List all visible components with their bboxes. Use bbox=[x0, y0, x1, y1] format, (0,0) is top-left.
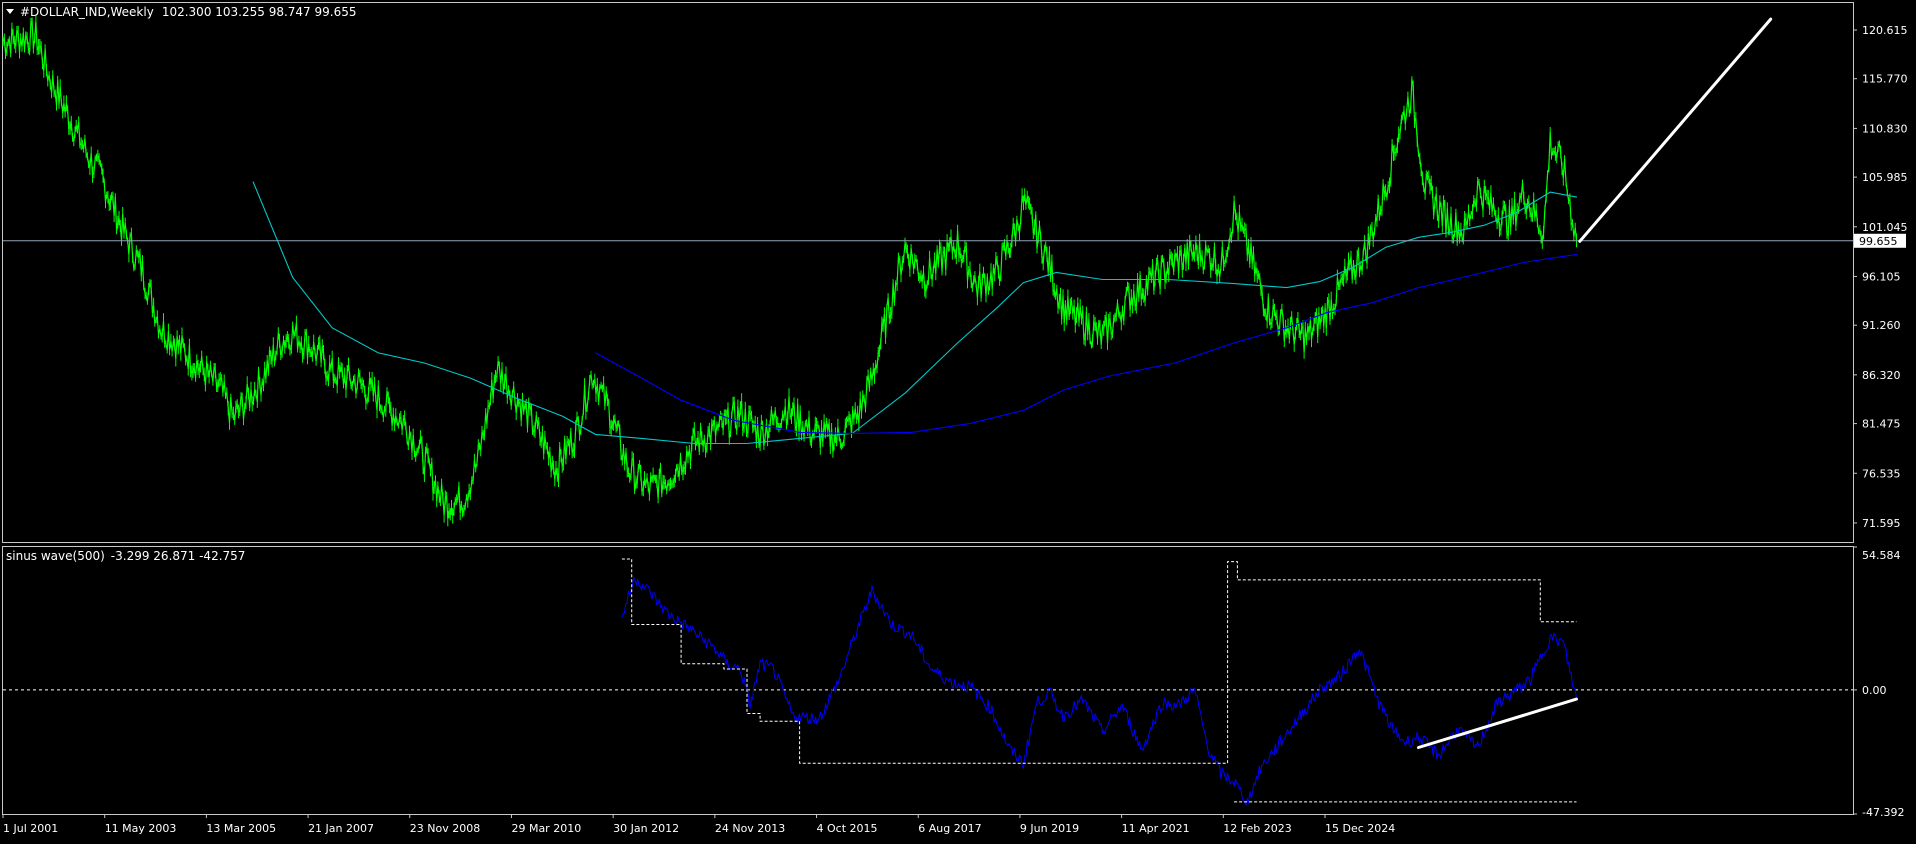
x-tick-label: 23 Nov 2008 bbox=[410, 822, 480, 835]
indicator-y-tick-label: 54.584 bbox=[1862, 549, 1901, 562]
ohlc-values: 102.300 103.255 98.747 99.655 bbox=[162, 5, 357, 19]
y-tick-label: 86.320 bbox=[1862, 369, 1901, 382]
y-tick-label: 76.535 bbox=[1862, 467, 1901, 480]
x-tick-label: 21 Jan 2007 bbox=[308, 822, 374, 835]
y-tick-label: 120.615 bbox=[1862, 24, 1908, 37]
y-tick-label: 71.595 bbox=[1862, 517, 1901, 530]
current-price-label: 99.655 bbox=[1859, 235, 1898, 248]
main-panel-header: #DOLLAR_IND,Weekly 102.300 103.255 98.747… bbox=[6, 5, 357, 19]
indicator-y-tick-label: 0.00 bbox=[1862, 684, 1887, 697]
y-tick-label: 101.045 bbox=[1862, 221, 1908, 234]
x-tick-label: 6 Aug 2017 bbox=[918, 822, 981, 835]
indicator-panel-header: sinus wave(500) -3.299 26.871 -42.757 bbox=[6, 549, 245, 563]
indicator-y-tick-label: -47.392 bbox=[1862, 806, 1904, 819]
chart-canvas[interactable]: 120.615 115.770 110.830 105.985 101.045 96.10… bbox=[0, 0, 1916, 840]
y-tick-label: 81.475 bbox=[1862, 418, 1901, 431]
trading-chart-window[interactable]: 120.615 115.770 110.830 105.985 101.045 96.10… bbox=[0, 0, 1916, 840]
y-tick-label: 96.105 bbox=[1862, 270, 1901, 283]
y-tick-label: 91.260 bbox=[1862, 319, 1901, 332]
y-tick-label: 110.830 bbox=[1862, 122, 1908, 135]
x-tick-label: 24 Nov 2013 bbox=[715, 822, 785, 835]
x-tick-label: 29 Mar 2010 bbox=[511, 822, 581, 835]
indicator-name: sinus wave(500) bbox=[6, 549, 105, 563]
x-tick-label: 4 Oct 2015 bbox=[817, 822, 878, 835]
x-tick-label: 9 Jun 2019 bbox=[1020, 822, 1079, 835]
x-tick-label: 13 Mar 2005 bbox=[206, 822, 276, 835]
y-tick-label: 105.985 bbox=[1862, 171, 1908, 184]
x-tick-label: 11 May 2003 bbox=[105, 822, 177, 835]
indicator-label: sinus wave(500) -3.299 26.871 -42.757 bbox=[6, 549, 245, 563]
chart-background bbox=[0, 0, 1916, 840]
y-tick-label: 115.770 bbox=[1862, 73, 1908, 86]
indicator-values: -3.299 26.871 -42.757 bbox=[111, 549, 246, 563]
x-tick-label: 30 Jan 2012 bbox=[613, 822, 679, 835]
x-tick-label: 1 Jul 2001 bbox=[3, 822, 58, 835]
x-tick-label: 12 Feb 2023 bbox=[1223, 822, 1291, 835]
x-tick-label: 15 Dec 2024 bbox=[1325, 822, 1395, 835]
x-tick-label: 11 Apr 2021 bbox=[1122, 822, 1190, 835]
symbol-name: #DOLLAR_IND,Weekly bbox=[20, 5, 154, 19]
symbol-label: #DOLLAR_IND,Weekly 102.300 103.255 98.747… bbox=[20, 5, 357, 19]
